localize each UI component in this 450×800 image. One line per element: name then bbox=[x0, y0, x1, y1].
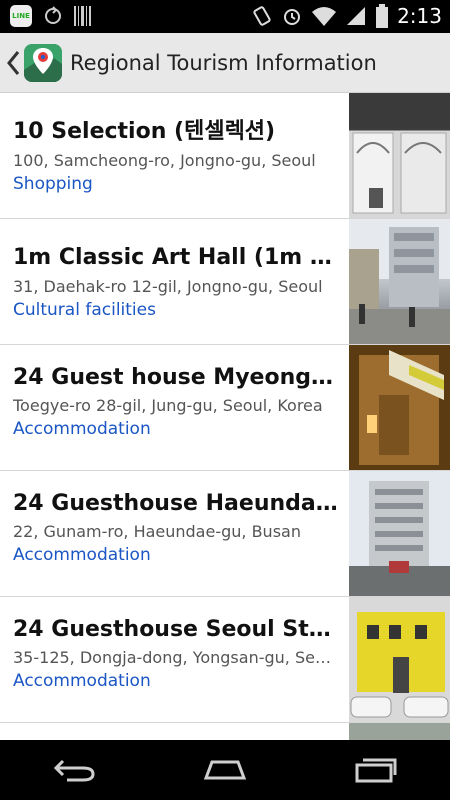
item-name: 24 Guest house Myeongdo… bbox=[13, 365, 338, 390]
line-app-label: LINE bbox=[12, 12, 30, 20]
item-address: 22, Gunam-ro, Haeundae-gu, Busan bbox=[13, 522, 301, 541]
item-category: Accommodation bbox=[13, 545, 151, 565]
back-nav-icon bbox=[53, 759, 95, 782]
page-title: Regional Tourism Information bbox=[70, 50, 377, 75]
list-item[interactable]: 24 Guest house Myeongdo… Toegye-ro 28-gi… bbox=[0, 345, 450, 471]
wifi-icon bbox=[312, 7, 337, 26]
item-thumbnail bbox=[349, 345, 450, 470]
list-item[interactable]: 24 Guesthouse Seoul Stati… 35-125, Dongj… bbox=[0, 597, 450, 723]
list-item[interactable]: 1m Classic Art Hall (1m 아… 31, Daehak-ro… bbox=[0, 219, 450, 345]
sync-icon bbox=[45, 6, 61, 24]
item-category: Accommodation bbox=[13, 419, 151, 439]
recent-apps-icon bbox=[355, 758, 397, 783]
item-address: 31, Daehak-ro 12-gil, Jongno-gu, Seoul bbox=[13, 277, 323, 296]
item-thumbnail bbox=[349, 723, 450, 740]
item-thumbnail bbox=[349, 93, 450, 218]
item-address: 35-125, Dongja-dong, Yongsan-gu, Se… bbox=[13, 648, 331, 667]
item-category: Cultural facilities bbox=[13, 300, 156, 320]
action-bar: Regional Tourism Information bbox=[0, 33, 450, 93]
vibrate-icon bbox=[253, 6, 271, 26]
item-name: 24 Guesthouse Seoul Stati… bbox=[13, 617, 338, 642]
clock-time: 2:13 bbox=[397, 4, 442, 28]
line-app-icon: LINE bbox=[10, 5, 32, 27]
list-item[interactable]: 10 Selection (텐셀렉션) 100, Samcheong-ro, J… bbox=[0, 93, 450, 219]
app-logo-icon[interactable] bbox=[24, 43, 62, 82]
alarm-icon bbox=[284, 9, 301, 25]
list-item-partial[interactable] bbox=[0, 723, 450, 740]
item-name: 1m Classic Art Hall (1m 아… bbox=[13, 245, 338, 270]
item-address: Toegye-ro 28-gil, Jung-gu, Seoul, Korea bbox=[13, 396, 323, 415]
item-thumbnail bbox=[349, 597, 450, 722]
item-category: Shopping bbox=[13, 174, 93, 194]
item-name: 10 Selection (텐셀렉션) bbox=[13, 119, 276, 144]
signal-icon bbox=[347, 7, 366, 25]
chevron-left-icon bbox=[7, 50, 20, 75]
item-thumbnail bbox=[349, 471, 450, 596]
recent-apps-button[interactable] bbox=[345, 750, 405, 790]
up-navigation-button[interactable] bbox=[4, 48, 22, 78]
status-bar: LINE 2:13 bbox=[0, 0, 450, 33]
item-name: 24 Guesthouse Haeundae -… bbox=[13, 491, 338, 516]
tourism-list[interactable]: 10 Selection (텐셀렉션) 100, Samcheong-ro, J… bbox=[0, 93, 450, 740]
home-nav-icon bbox=[203, 760, 247, 780]
back-nav-button[interactable] bbox=[45, 750, 105, 790]
list-item[interactable]: 24 Guesthouse Haeundae -… 22, Gunam-ro, … bbox=[0, 471, 450, 597]
battery-icon bbox=[376, 4, 389, 28]
system-nav-bar bbox=[0, 740, 450, 800]
barcode-icon bbox=[74, 6, 91, 26]
item-category: Accommodation bbox=[13, 671, 151, 691]
item-address: 100, Samcheong-ro, Jongno-gu, Seoul bbox=[13, 151, 316, 170]
item-thumbnail bbox=[349, 219, 450, 344]
home-nav-button[interactable] bbox=[195, 750, 255, 790]
